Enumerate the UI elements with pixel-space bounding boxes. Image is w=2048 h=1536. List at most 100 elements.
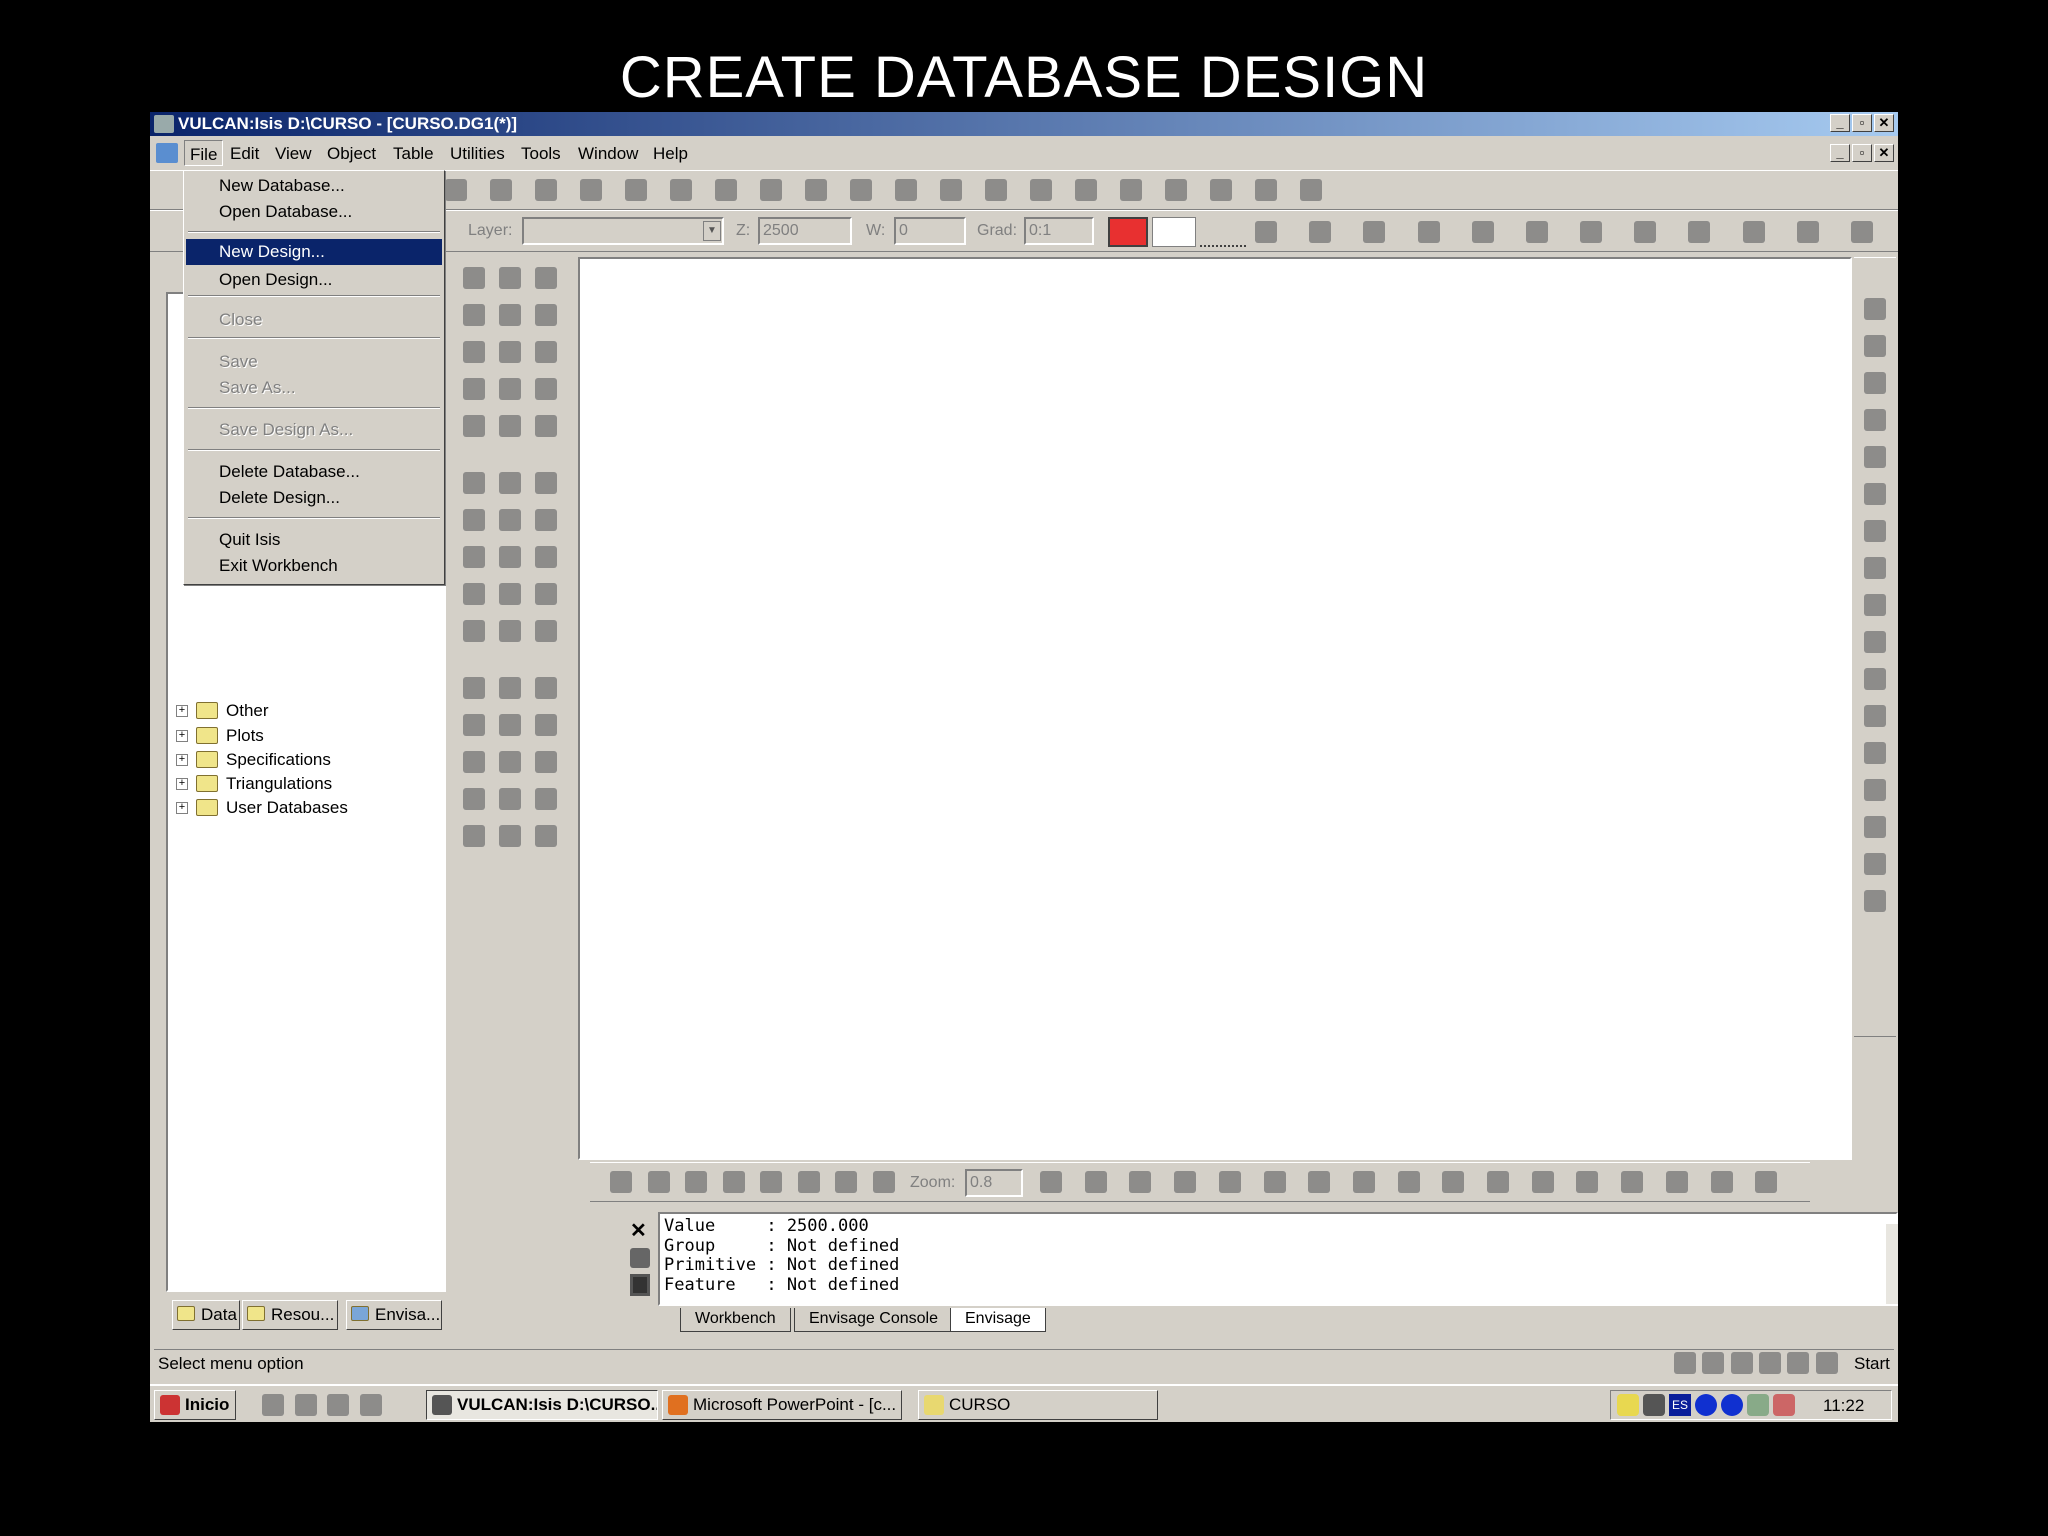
palette-tool-icon[interactable] [463, 341, 485, 363]
menu-item-delete-database[interactable]: Delete Database... [186, 459, 442, 485]
palette-tool-icon[interactable] [499, 472, 521, 494]
status-tool-icon[interactable] [1759, 1352, 1781, 1374]
view-tool-icon[interactable] [1864, 742, 1886, 764]
menu-item-exit-workbench[interactable]: Exit Workbench [186, 553, 442, 579]
palette-tool-icon[interactable] [535, 415, 557, 437]
render-tool-icon[interactable] [1174, 1171, 1197, 1193]
toolbar-tool-icon[interactable] [580, 179, 602, 201]
toolbar-tool-icon[interactable] [985, 179, 1007, 201]
task-vulcan[interactable]: VULCAN:Isis D:\CURSO... [426, 1390, 658, 1420]
attribute-tool-icon[interactable] [1688, 221, 1711, 243]
palette-tool-icon[interactable] [463, 378, 485, 400]
view-tool-icon[interactable] [1864, 335, 1886, 357]
attribute-tool-icon[interactable] [1309, 221, 1332, 243]
view-tool-icon[interactable] [1864, 779, 1886, 801]
menu-tools[interactable]: Tools [516, 140, 566, 166]
menu-item-save[interactable]: Save [186, 349, 442, 375]
view-tool-icon[interactable] [1864, 853, 1886, 875]
linestyle-swatch[interactable] [1200, 217, 1246, 247]
design-canvas[interactable] [578, 257, 1852, 1160]
restore-button[interactable]: ▫ [1852, 114, 1872, 132]
palette-tool-icon[interactable] [499, 267, 521, 289]
palette-tool-icon[interactable] [535, 620, 557, 642]
palette-tool-icon[interactable] [535, 509, 557, 531]
fill-swatch[interactable] [1152, 217, 1196, 247]
toolbar-tool-icon[interactable] [535, 179, 557, 201]
attribute-tool-icon[interactable] [1417, 221, 1440, 243]
console-output[interactable]: Value : 2500.000 Group : Not defined Primi… [658, 1212, 1898, 1306]
view-tool-icon[interactable] [1864, 409, 1886, 431]
view-tool-icon[interactable] [1864, 372, 1886, 394]
expand-icon[interactable]: + [176, 802, 188, 814]
task-curso-folder[interactable]: CURSO [918, 1390, 1158, 1420]
view-tool-icon[interactable] [1864, 446, 1886, 468]
display-tool-icon[interactable] [685, 1171, 707, 1193]
expand-icon[interactable]: + [176, 730, 188, 742]
quick-launch-icon[interactable] [327, 1394, 349, 1416]
display-tool-icon[interactable] [835, 1171, 857, 1193]
palette-tool-icon[interactable] [499, 583, 521, 605]
attribute-tool-icon[interactable] [1471, 221, 1494, 243]
expand-icon[interactable]: + [176, 754, 188, 766]
toolbar-tool-icon[interactable] [805, 179, 827, 201]
render-tool-icon[interactable] [1263, 1171, 1286, 1193]
palette-tool-icon[interactable] [499, 788, 521, 810]
display-tool-icon[interactable] [722, 1171, 745, 1193]
menu-view[interactable]: View [270, 140, 317, 166]
task-powerpoint[interactable]: Microsoft PowerPoint - [c... [662, 1390, 902, 1420]
attribute-tool-icon[interactable] [1255, 221, 1277, 243]
render-tool-icon[interactable] [1397, 1171, 1420, 1193]
render-tool-icon[interactable] [1129, 1171, 1152, 1193]
clear-icon[interactable]: ✕ [630, 1218, 647, 1243]
palette-tool-icon[interactable] [535, 341, 557, 363]
render-tool-icon[interactable] [1084, 1171, 1107, 1193]
palette-tool-icon[interactable] [463, 788, 485, 810]
toolbar-tool-icon[interactable] [1075, 179, 1097, 201]
console-scrollbar[interactable] [1886, 1224, 1898, 1304]
toolbar-tool-icon[interactable] [1165, 179, 1187, 201]
tab-data[interactable]: Data [172, 1300, 240, 1330]
palette-tool-icon[interactable] [499, 677, 521, 699]
attribute-tool-icon[interactable] [1363, 221, 1386, 243]
view-tool-icon[interactable] [1864, 705, 1886, 727]
palette-tool-icon[interactable] [499, 509, 521, 531]
render-tool-icon[interactable] [1218, 1171, 1241, 1193]
toolbar-tool-icon[interactable] [1255, 179, 1277, 201]
palette-tool-icon[interactable] [463, 751, 485, 773]
attribute-tool-icon[interactable] [1634, 221, 1657, 243]
language-indicator[interactable]: ES [1669, 1394, 1691, 1416]
view-tool-icon[interactable] [1864, 890, 1886, 912]
toolbar-tool-icon[interactable] [625, 179, 647, 201]
render-tool-icon[interactable] [1040, 1171, 1062, 1193]
palette-tool-icon[interactable] [499, 378, 521, 400]
render-tool-icon[interactable] [1665, 1171, 1688, 1193]
palette-tool-icon[interactable] [535, 788, 557, 810]
palette-tool-icon[interactable] [463, 509, 485, 531]
expand-icon[interactable]: + [176, 705, 188, 717]
tab-envisage-console[interactable]: Envisage Console [794, 1308, 953, 1332]
palette-tool-icon[interactable] [535, 825, 557, 847]
menu-item-close[interactable]: Close [186, 307, 442, 333]
display-tool-icon[interactable] [760, 1171, 782, 1193]
doc-close-button[interactable]: ✕ [1874, 144, 1894, 162]
display-tool-icon[interactable] [647, 1171, 670, 1193]
start-label[interactable]: Start [1854, 1350, 1890, 1377]
toolbar-tool-icon[interactable] [760, 179, 782, 201]
toolbar-tool-icon[interactable] [715, 179, 737, 201]
view-tool-icon[interactable] [1864, 594, 1886, 616]
menu-object[interactable]: Object [322, 140, 381, 166]
render-tool-icon[interactable] [1308, 1171, 1331, 1193]
status-tool-icon[interactable] [1702, 1352, 1725, 1374]
toolbar-tool-icon[interactable] [1300, 179, 1322, 201]
tab-resources[interactable]: Resou... [242, 1300, 338, 1330]
palette-tool-icon[interactable] [463, 825, 485, 847]
save-icon[interactable] [630, 1274, 650, 1296]
toolbar-tool-icon[interactable] [850, 179, 872, 201]
toolbar-tool-icon[interactable] [1210, 179, 1232, 201]
toolbar-tool-icon[interactable] [445, 179, 467, 201]
toolbar-tool-icon[interactable] [1120, 179, 1142, 201]
palette-tool-icon[interactable] [463, 304, 485, 326]
palette-tool-icon[interactable] [535, 751, 557, 773]
palette-tool-icon[interactable] [463, 472, 485, 494]
render-tool-icon[interactable] [1531, 1171, 1554, 1193]
